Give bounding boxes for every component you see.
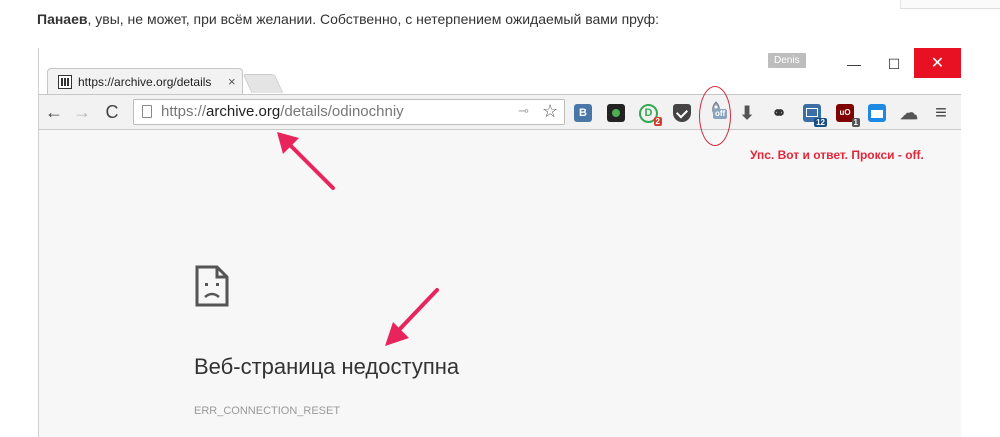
minimize-button[interactable]: —	[834, 50, 874, 78]
annotation-text: Упс. Вот и ответ. Прокси - off.	[750, 148, 924, 162]
url-scheme: https://	[161, 103, 207, 120]
d-extension-icon[interactable]: D 2	[639, 104, 662, 126]
forward-button[interactable]: →	[71, 101, 93, 123]
reload-button[interactable]: C	[101, 101, 123, 123]
link-label: ⚭	[771, 103, 787, 123]
arrow-to-url-icon	[277, 132, 335, 190]
d-extension-label: D	[644, 107, 653, 119]
browser-screenshot: Denis — ☐ ✕ https://archive.org/details …	[38, 48, 961, 437]
tab-close-icon[interactable]: ×	[228, 74, 236, 89]
post-body: , увы, не может, при всём желании. Собст…	[87, 11, 660, 27]
archive-favicon-icon	[58, 75, 72, 89]
corner-decoration	[900, 0, 1000, 9]
key-icon[interactable]: ⊸	[518, 103, 529, 119]
tab-title: https://archive.org/details	[78, 75, 212, 89]
window-pane	[871, 110, 883, 118]
close-window-button[interactable]: ✕	[914, 48, 961, 78]
cloud-label: ☁	[900, 103, 918, 123]
green-dot-extension-icon[interactable]	[607, 104, 625, 122]
address-bar[interactable]: https://archive.org/details/odinochniy ⊸…	[133, 99, 565, 125]
ublock-badge: 1	[851, 118, 860, 127]
mail-envelope	[806, 108, 818, 117]
ublock-label: uO	[839, 108, 851, 117]
profile-button[interactable]: Denis	[768, 53, 806, 68]
error-code: ERR_CONNECTION_RESET	[194, 405, 341, 417]
menu-label: ≡	[935, 102, 947, 124]
green-dot	[612, 109, 620, 117]
sad-page-icon	[195, 265, 229, 307]
cloud-extension-icon[interactable]: ☁	[900, 104, 918, 122]
url-path: /details/odinochniy	[280, 103, 404, 120]
post-text: Панаев, увы, не может, при всём желании.…	[37, 11, 659, 27]
window-extension-icon[interactable]	[868, 104, 886, 122]
address-url[interactable]: https://archive.org/details/odinochniy	[161, 103, 404, 120]
browser-tab[interactable]: https://archive.org/details ×	[47, 68, 243, 94]
browser-titlebar: Denis — ☐ ✕ https://archive.org/details …	[39, 48, 961, 94]
new-tab-button[interactable]	[242, 74, 284, 93]
maximize-button[interactable]: ☐	[874, 50, 914, 78]
pocket-extension-icon[interactable]	[673, 104, 691, 122]
annotation-circle	[699, 86, 731, 146]
link-extension-icon[interactable]: ⚭	[770, 104, 788, 122]
mail-extension-badge: 12	[814, 118, 827, 127]
browser-toolbar: ← → C https://archive.org/details/odinoc…	[39, 94, 961, 130]
menu-icon[interactable]: ≡	[932, 102, 950, 124]
bookmark-star-icon[interactable]: ☆	[542, 101, 558, 122]
download-label: ⬇	[739, 103, 755, 123]
vk-extension-icon[interactable]: B	[574, 104, 592, 122]
mail-extension-icon[interactable]: 12	[803, 104, 827, 127]
d-extension-badge: 2	[653, 117, 662, 126]
ublock-extension-icon[interactable]: uO 1	[836, 104, 860, 127]
post-author: Панаев	[37, 11, 88, 27]
error-title: Веб-страница недоступна	[194, 354, 460, 379]
url-host: archive.org	[206, 103, 281, 120]
download-extension-icon[interactable]: ⬇	[738, 104, 756, 122]
page-icon	[142, 105, 152, 118]
back-button[interactable]: ←	[43, 101, 65, 123]
vk-extension-label: B	[579, 107, 587, 119]
pocket-chevron	[675, 106, 689, 119]
arrow-to-error-icon	[385, 288, 439, 346]
